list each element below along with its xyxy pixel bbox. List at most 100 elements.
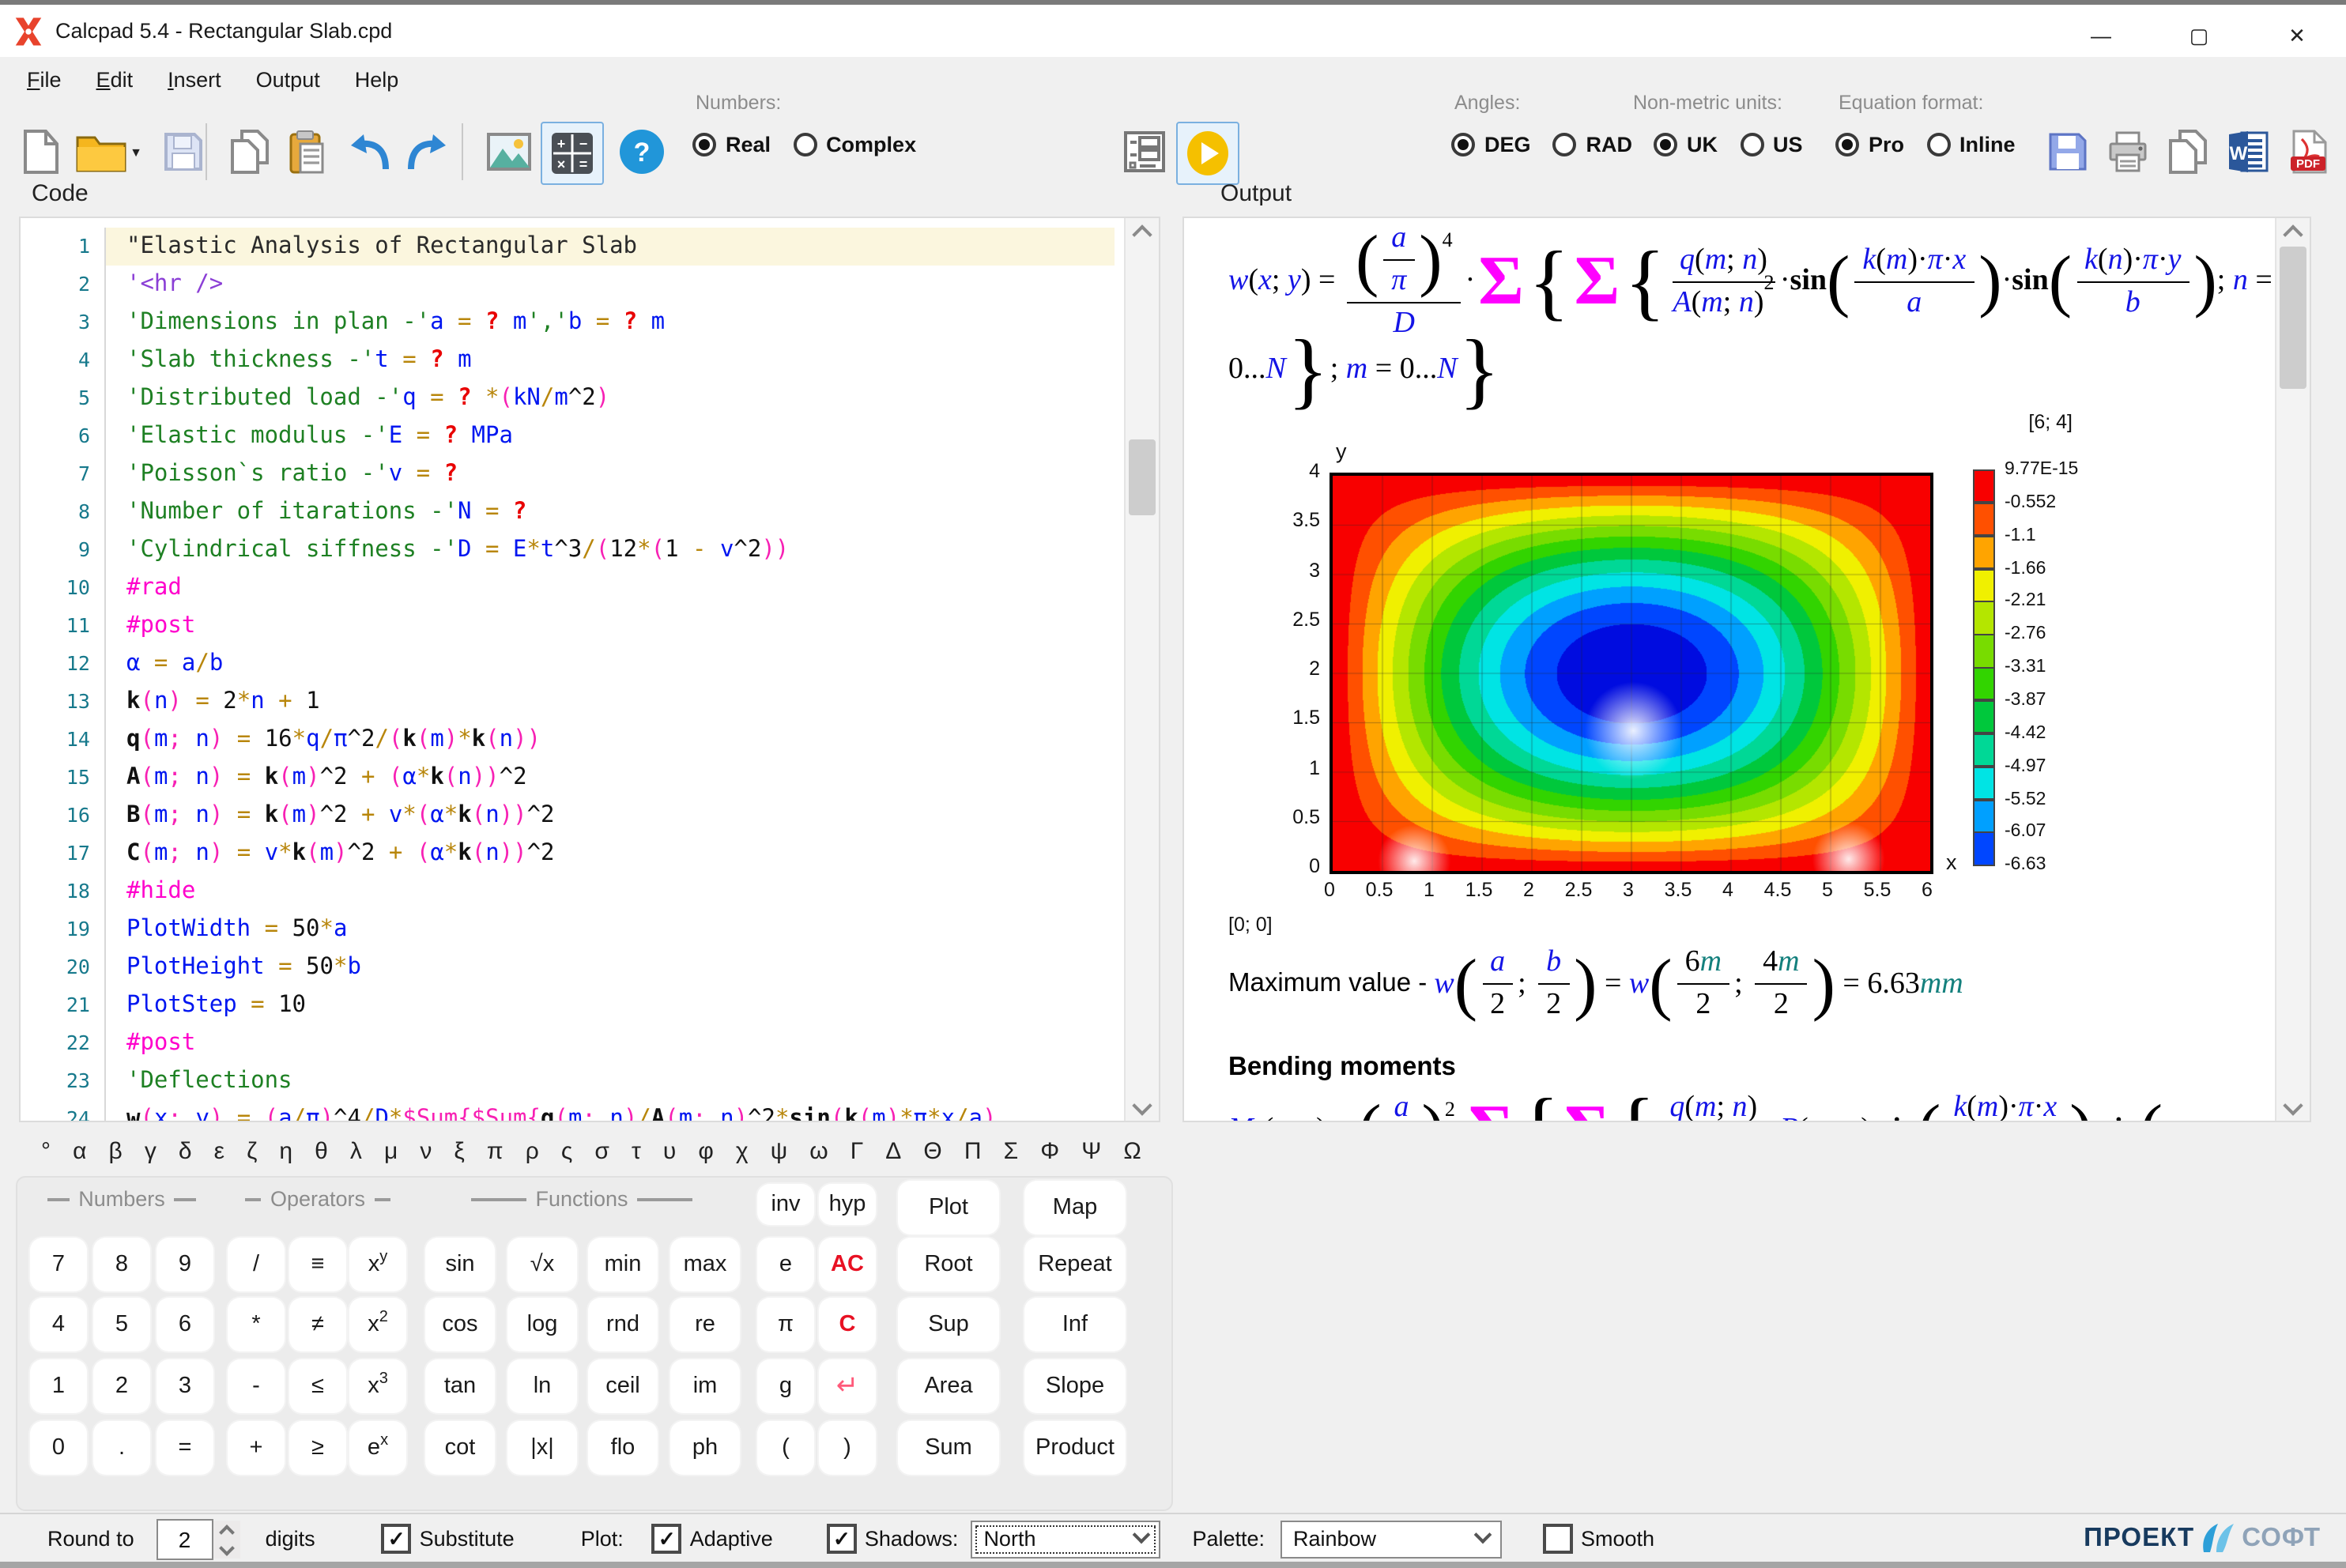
code-lines[interactable]: 1 "Elastic Analysis of Rectangular Slab 2 '…	[21, 218, 1124, 1121]
smooth-checkbox[interactable]: ✓	[1543, 1524, 1573, 1554]
code-line[interactable]: 15 A(m; n) = k(m)^2 + (α*k(n))^2	[21, 759, 1124, 797]
greek-key-Δ[interactable]: Δ	[885, 1137, 901, 1164]
us-label[interactable]: US	[1773, 133, 1803, 156]
code-line[interactable]: 17 C(m; n) = v*k(m)^2 + (α*k(n))^2	[21, 835, 1124, 873]
code-scroll-thumb[interactable]	[1129, 439, 1156, 515]
greek-key-Φ[interactable]: Φ	[1040, 1137, 1059, 1164]
key-4[interactable]: 4	[30, 1298, 87, 1351]
key-≤[interactable]: ≤	[289, 1359, 346, 1413]
key-≠[interactable]: ≠	[289, 1298, 346, 1351]
key-3[interactable]: 3	[157, 1359, 213, 1413]
key-Map[interactable]: Map	[1024, 1181, 1126, 1234]
key-ph[interactable]: ph	[670, 1421, 740, 1475]
menu-item-help[interactable]: Help	[338, 61, 417, 97]
digits-stepper-arrows[interactable]	[213, 1520, 240, 1558]
inline-radio[interactable]	[1926, 133, 1951, 156]
code-line[interactable]: 1 "Elastic Analysis of Rectangular Slab	[21, 228, 1124, 266]
key-Repeat[interactable]: Repeat	[1024, 1238, 1126, 1291]
greek-key-υ[interactable]: υ	[663, 1137, 676, 1164]
greek-key-ζ[interactable]: ζ	[247, 1137, 257, 1164]
open-dropdown-caret[interactable]: ▼	[130, 145, 142, 159]
greek-key-τ[interactable]: τ	[632, 1137, 641, 1164]
menu-item-edit[interactable]: Edit	[79, 61, 151, 97]
greek-key-Γ[interactable]: Γ	[851, 1137, 864, 1164]
adaptive-checkbox[interactable]: ✓	[651, 1524, 682, 1554]
code-line[interactable]: 18 #hide	[21, 873, 1124, 910]
code-line[interactable]: 4 'Slab thickness -'t = ? m	[21, 341, 1124, 379]
key-6[interactable]: 6	[157, 1298, 213, 1351]
greek-key-π[interactable]: π	[487, 1137, 504, 1164]
help-button[interactable]: ?	[613, 120, 670, 183]
menu-item-output[interactable]: Output	[239, 61, 338, 97]
key-flo[interactable]: flo	[588, 1421, 658, 1475]
greek-key-ς[interactable]: ς	[561, 1137, 572, 1164]
greek-key-Θ[interactable]: Θ	[923, 1137, 941, 1164]
complex-label[interactable]: Complex	[826, 133, 916, 156]
key-ln[interactable]: ln	[507, 1359, 577, 1413]
key-Area[interactable]: Area	[898, 1359, 999, 1413]
word-export-button[interactable]: W	[2220, 120, 2276, 183]
greek-key-λ[interactable]: λ	[350, 1137, 362, 1164]
digits-value[interactable]: 2	[156, 1518, 213, 1559]
key-8[interactable]: 8	[93, 1238, 150, 1291]
key-1[interactable]: 1	[30, 1359, 87, 1413]
complex-radio[interactable]	[793, 133, 817, 156]
shadows-checkbox[interactable]: ✓	[826, 1524, 857, 1554]
calculate-play-button[interactable]	[1176, 122, 1239, 185]
key-.[interactable]: .	[93, 1421, 150, 1475]
code-line[interactable]: 20 PlotHeight = 50*b	[21, 948, 1124, 986]
key-g[interactable]: g	[757, 1359, 814, 1413]
code-line[interactable]: 13 k(n) = 2*n + 1	[21, 683, 1124, 721]
key-0[interactable]: 0	[30, 1421, 87, 1475]
code-scrollbar[interactable]	[1124, 218, 1159, 1121]
key-re[interactable]: re	[670, 1298, 740, 1351]
key--[interactable]: -	[228, 1359, 285, 1413]
output-scroll-up[interactable]	[2276, 218, 2310, 244]
greek-key-μ[interactable]: μ	[384, 1137, 398, 1164]
real-radio[interactable]	[692, 133, 716, 156]
new-file-button[interactable]	[13, 120, 70, 183]
code-line[interactable]: 6 'Elastic modulus -'E = ? MPa	[21, 417, 1124, 455]
greek-key-θ[interactable]: θ	[315, 1137, 328, 1164]
key-sin[interactable]: sin	[425, 1238, 495, 1291]
shadows-dropdown[interactable]: North	[971, 1520, 1161, 1558]
key-x^y[interactable]: xy	[349, 1238, 406, 1291]
key-AC[interactable]: AC	[819, 1238, 876, 1291]
insert-image-button[interactable]	[481, 120, 537, 183]
code-line[interactable]: 22 #post	[21, 1024, 1124, 1062]
smooth-label[interactable]: Smooth	[1581, 1527, 1654, 1551]
key-C[interactable]: C	[819, 1298, 876, 1351]
greek-key-α[interactable]: α	[73, 1137, 86, 1164]
code-line[interactable]: 5 'Distributed load -'q = ? *(kN/m^2)	[21, 379, 1124, 417]
key-rnd[interactable]: rnd	[588, 1298, 658, 1351]
key-=[interactable]: =	[157, 1421, 213, 1475]
print-button[interactable]	[2099, 120, 2156, 183]
key-5[interactable]: 5	[93, 1298, 150, 1351]
key-Product[interactable]: Product	[1024, 1421, 1126, 1475]
key-inv[interactable]: inv	[757, 1184, 814, 1225]
code-line[interactable]: 23 'Deflections	[21, 1062, 1124, 1100]
code-line[interactable]: 19 PlotWidth = 50*a	[21, 910, 1124, 948]
greek-key-Σ[interactable]: Σ	[1004, 1137, 1019, 1164]
code-line[interactable]: 12 α = a/b	[21, 645, 1124, 683]
greek-key-ν[interactable]: ν	[420, 1137, 432, 1164]
key-hyp[interactable]: hyp	[819, 1184, 876, 1225]
greek-key-ε[interactable]: ε	[214, 1137, 224, 1164]
key-7[interactable]: 7	[30, 1238, 87, 1291]
pro-radio[interactable]	[1835, 133, 1859, 156]
code-line[interactable]: 2 '<hr />	[21, 266, 1124, 303]
key-)[interactable]: )	[819, 1421, 876, 1475]
key-min[interactable]: min	[588, 1238, 658, 1291]
redo-button[interactable]	[398, 120, 455, 183]
code-line[interactable]: 21 PlotStep = 10	[21, 986, 1124, 1024]
key-Plot[interactable]: Plot	[898, 1181, 999, 1234]
key-im[interactable]: im	[670, 1359, 740, 1413]
code-line[interactable]: 14 q(m; n) = 16*q/π^2/(k(m)*k(n))	[21, 721, 1124, 759]
key-+[interactable]: +	[228, 1421, 285, 1475]
menu-item-file[interactable]: File	[9, 61, 79, 97]
paste-button[interactable]	[278, 120, 335, 183]
open-file-button[interactable]: ▼	[73, 120, 145, 183]
menu-item-insert[interactable]: Insert	[150, 61, 239, 97]
us-radio[interactable]	[1740, 133, 1763, 156]
save-button[interactable]	[155, 120, 212, 183]
